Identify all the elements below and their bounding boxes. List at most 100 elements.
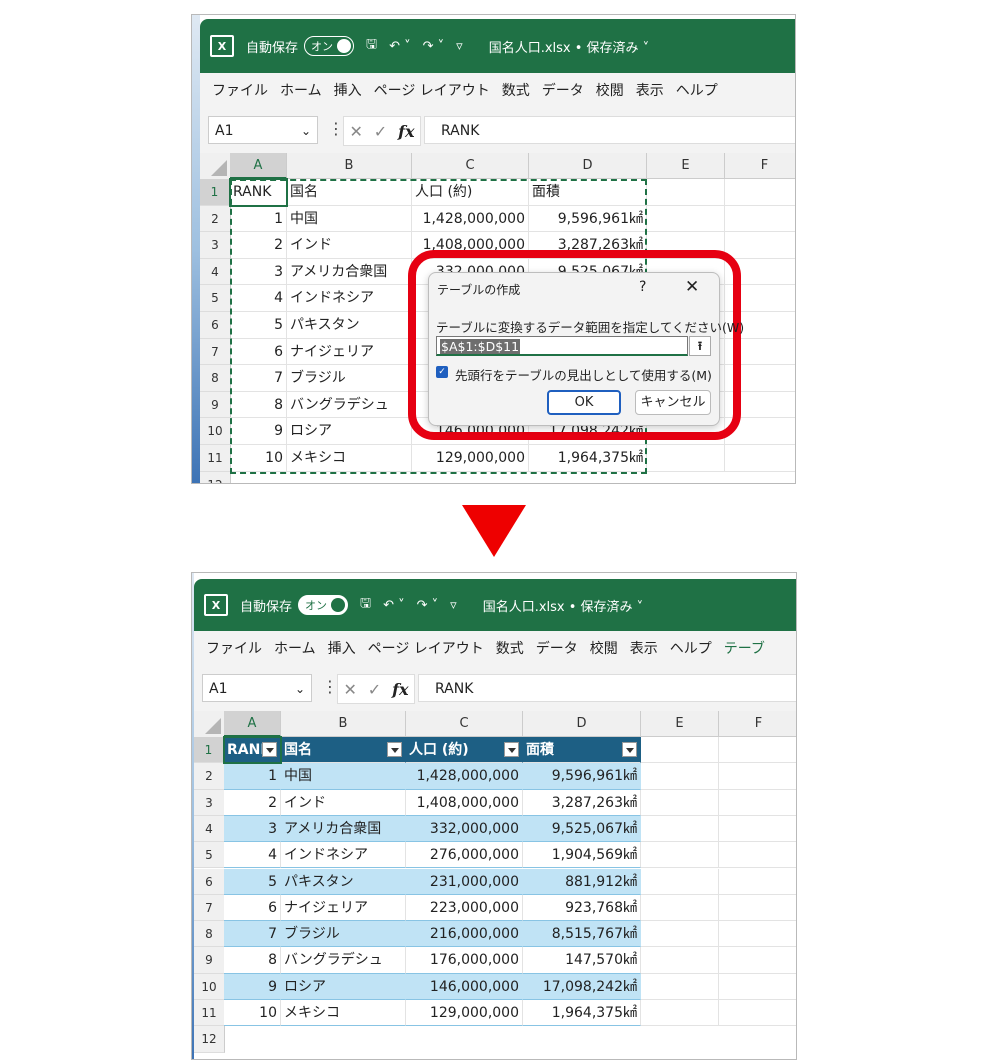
- name-box[interactable]: A1 ⌄: [208, 116, 318, 144]
- tab-page-layout[interactable]: ページ レイアウト: [368, 638, 484, 658]
- table-cell[interactable]: 129,000,000: [412, 445, 529, 472]
- tab-data[interactable]: データ: [536, 638, 578, 658]
- ok-button[interactable]: OK: [547, 390, 621, 415]
- range-input[interactable]: $A$1:$D$11: [436, 336, 688, 356]
- tab-home[interactable]: ホーム: [274, 638, 316, 658]
- table-cell[interactable]: 9: [224, 973, 281, 1000]
- table-cell[interactable]: 5: [230, 312, 287, 339]
- table-cell[interactable]: 332,000,000: [406, 815, 523, 843]
- column-header-f[interactable]: F: [719, 711, 796, 737]
- row-header-12[interactable]: 12: [200, 471, 231, 483]
- tab-table-design[interactable]: テーブ: [724, 638, 765, 658]
- table-cell[interactable]: 146,000,000: [406, 973, 523, 1000]
- row-header-9[interactable]: 9: [200, 391, 231, 419]
- tab-data[interactable]: データ: [542, 80, 584, 100]
- table-cell[interactable]: 中国: [281, 763, 406, 790]
- table-header-cell[interactable]: RANK: [224, 737, 281, 764]
- table-header-cell[interactable]: 国名: [281, 737, 406, 764]
- row-header-3[interactable]: 3: [194, 789, 225, 816]
- empty-cell[interactable]: [719, 869, 796, 895]
- table-cell[interactable]: アメリカ合衆国: [287, 258, 412, 286]
- table-cell[interactable]: 1,904,569㎢: [523, 842, 641, 869]
- table-cell[interactable]: 9,525,067㎢: [523, 815, 641, 843]
- cancel-icon[interactable]: ✕: [349, 122, 362, 141]
- table-cell[interactable]: 8: [230, 391, 287, 419]
- table-cell[interactable]: パキスタン: [287, 312, 412, 339]
- column-header-c[interactable]: C: [406, 711, 523, 737]
- empty-cell[interactable]: [641, 868, 719, 895]
- cancel-button[interactable]: キャンセル: [635, 390, 711, 415]
- empty-cell[interactable]: [719, 842, 796, 869]
- table-header-cell[interactable]: RANK: [230, 179, 287, 206]
- table-cell[interactable]: パキスタン: [281, 868, 406, 895]
- help-icon[interactable]: ?: [639, 279, 646, 295]
- tab-insert[interactable]: 挿入: [334, 80, 362, 100]
- table-cell[interactable]: ブラジル: [287, 365, 412, 392]
- empty-cell[interactable]: [719, 974, 796, 1000]
- table-cell[interactable]: 2: [224, 789, 281, 816]
- file-title[interactable]: 国名人口.xlsx • 保存済み ˅: [489, 37, 649, 56]
- empty-cell[interactable]: [725, 445, 795, 472]
- table-cell[interactable]: 6: [230, 338, 287, 366]
- filter-dropdown-icon[interactable]: [387, 742, 402, 757]
- table-header-cell[interactable]: 面積: [529, 179, 647, 206]
- column-header-b[interactable]: B: [287, 153, 412, 179]
- table-cell[interactable]: 2: [230, 232, 287, 259]
- empty-cell[interactable]: [725, 232, 795, 259]
- row-header-3[interactable]: 3: [200, 232, 231, 259]
- row-header-8[interactable]: 8: [200, 365, 231, 392]
- customize-qat-icon[interactable]: ▿: [450, 598, 457, 613]
- table-cell[interactable]: 7: [224, 921, 281, 948]
- table-cell[interactable]: 3: [224, 815, 281, 843]
- empty-cell[interactable]: [719, 895, 796, 922]
- empty-cell[interactable]: [641, 973, 719, 1000]
- row-header-5[interactable]: 5: [200, 285, 231, 312]
- table-cell[interactable]: ロシア: [281, 973, 406, 1000]
- save-icon[interactable]: 🖫: [366, 35, 377, 57]
- formula-input[interactable]: RANK: [424, 116, 795, 144]
- row-header-9[interactable]: 9: [194, 947, 225, 974]
- table-cell[interactable]: 5: [224, 868, 281, 895]
- table-header-cell[interactable]: 人口 (約): [412, 179, 529, 206]
- row-header-6[interactable]: 6: [200, 312, 231, 339]
- empty-cell[interactable]: [641, 1000, 719, 1027]
- table-cell[interactable]: 9,596,961㎢: [529, 205, 647, 233]
- select-all-corner[interactable]: [200, 153, 231, 180]
- table-cell[interactable]: 4: [224, 842, 281, 869]
- column-header-f[interactable]: F: [725, 153, 795, 179]
- insert-function-icon[interactable]: fx: [398, 122, 414, 141]
- empty-cell[interactable]: [725, 206, 795, 233]
- tab-view[interactable]: 表示: [636, 80, 664, 100]
- table-cell[interactable]: アメリカ合衆国: [281, 815, 406, 843]
- row-header-10[interactable]: 10: [200, 418, 231, 445]
- table-cell[interactable]: 8: [224, 947, 281, 974]
- column-header-b[interactable]: B: [281, 711, 406, 737]
- table-cell[interactable]: 231,000,000: [406, 868, 523, 895]
- table-cell[interactable]: 176,000,000: [406, 947, 523, 974]
- table-cell[interactable]: 1,408,000,000: [406, 789, 523, 816]
- table-cell[interactable]: 1,964,375㎢: [529, 445, 647, 472]
- table-cell[interactable]: 276,000,000: [406, 842, 523, 869]
- column-header-e[interactable]: E: [647, 153, 725, 179]
- table-cell[interactable]: 1,964,375㎢: [523, 1000, 641, 1027]
- column-header-a[interactable]: A: [230, 153, 287, 179]
- insert-function-icon[interactable]: fx: [392, 680, 408, 699]
- table-cell[interactable]: 4: [230, 285, 287, 312]
- empty-cell[interactable]: [719, 737, 796, 764]
- tab-review[interactable]: 校閲: [596, 80, 624, 100]
- formula-input[interactable]: RANK: [418, 674, 796, 702]
- row-header-4[interactable]: 4: [200, 258, 231, 286]
- table-cell[interactable]: 923,768㎢: [523, 894, 641, 922]
- table-cell[interactable]: ナイジェリア: [281, 894, 406, 922]
- table-cell[interactable]: ナイジェリア: [287, 338, 412, 366]
- tab-help[interactable]: ヘルプ: [676, 80, 718, 100]
- close-icon[interactable]: ✕: [685, 277, 699, 297]
- filter-dropdown-icon[interactable]: [504, 742, 519, 757]
- empty-cell[interactable]: [641, 921, 719, 948]
- tab-help[interactable]: ヘルプ: [670, 638, 712, 658]
- empty-cell[interactable]: [725, 179, 795, 206]
- row-header-11[interactable]: 11: [200, 445, 231, 472]
- empty-cell[interactable]: [641, 763, 719, 790]
- table-cell[interactable]: メキシコ: [287, 445, 412, 472]
- empty-cell[interactable]: [641, 947, 719, 974]
